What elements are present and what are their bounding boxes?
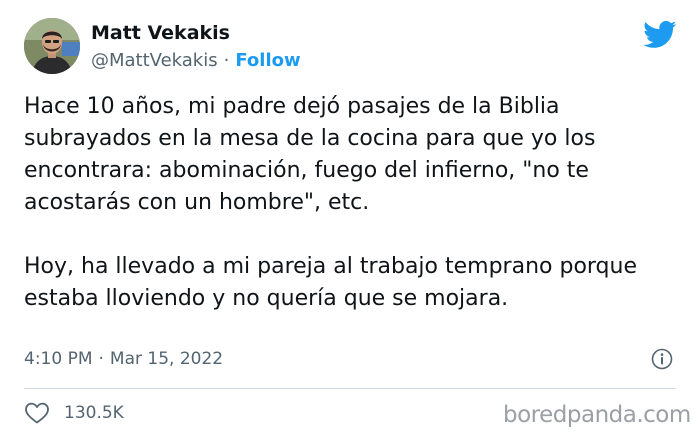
tweet-text: Hace 10 años, mi padre dejó pasajes de l…	[24, 91, 674, 315]
follow-button[interactable]: Follow	[235, 50, 300, 71]
tweet-paragraph: Hace 10 años, mi padre dejó pasajes de l…	[24, 94, 596, 215]
avatar-image	[24, 18, 80, 74]
tweet-paragraph: Hoy, ha llevado a mi pareja al trabajo t…	[24, 254, 638, 311]
like-button[interactable]: 130.5K	[24, 400, 124, 426]
user-handle[interactable]: @MattVekakis	[91, 50, 218, 71]
twitter-bird-icon[interactable]	[643, 20, 677, 48]
tweet-time: 4:10 PM	[24, 349, 93, 369]
info-icon[interactable]	[651, 348, 673, 370]
tweet-card: Matt Vekakis @MattVekakis · Follow Hace 10…	[0, 0, 700, 441]
avatar[interactable]	[24, 18, 80, 74]
heart-icon	[25, 402, 49, 424]
like-count: 130.5K	[64, 403, 124, 423]
handle-separator: ·	[223, 50, 230, 71]
tweet-date: Mar 15, 2022	[109, 349, 224, 369]
time-separator: ·	[98, 349, 104, 369]
handle-line: @MattVekakis · Follow	[91, 50, 301, 71]
timestamp[interactable]: 4:10 PM · Mar 15, 2022	[24, 349, 223, 369]
boredpanda-watermark: boredpanda.com	[503, 402, 691, 428]
display-name[interactable]: Matt Vekakis	[91, 22, 230, 44]
divider	[24, 388, 676, 389]
